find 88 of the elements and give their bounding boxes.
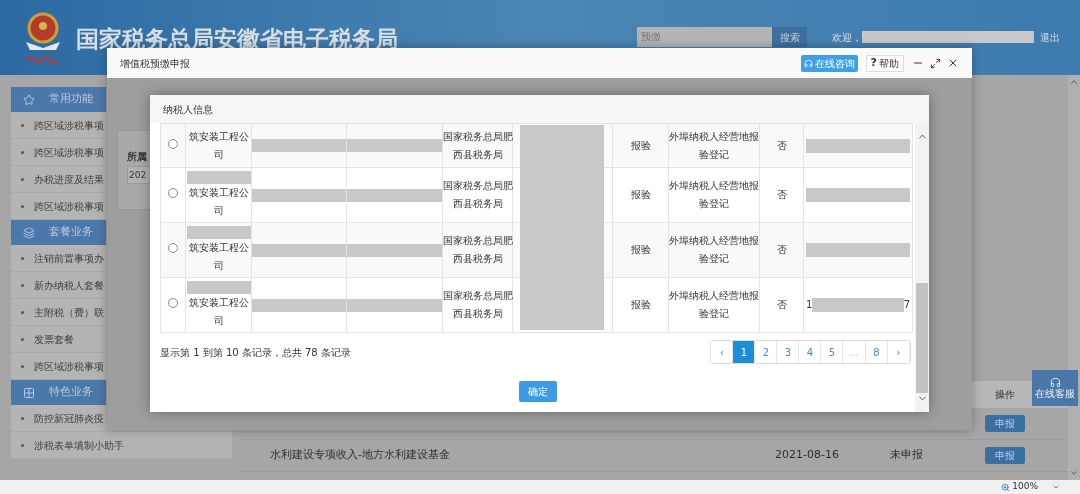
maximize-icon[interactable]: [930, 57, 941, 69]
zoom-icon: [1001, 482, 1011, 492]
table-cell: 否: [776, 139, 787, 151]
scroll-thumb[interactable]: [916, 283, 928, 393]
radio-button[interactable]: [168, 188, 178, 198]
table-cell-text: 筑安装工程公司: [187, 295, 250, 328]
bullet-icon: [21, 416, 24, 420]
table-cell-text: 外埠纳税人经营地报验登记: [669, 234, 759, 266]
online-consult-button[interactable]: 在线咨询: [800, 54, 858, 72]
bullet-icon: [21, 123, 24, 127]
table-cell: 报验: [630, 299, 651, 310]
layers-icon: [23, 226, 35, 239]
table-cell-text: 外埠纳税人经营地报验登记: [669, 179, 759, 211]
search-button[interactable]: 搜索: [772, 27, 807, 47]
grid-icon: [23, 386, 35, 399]
table-cell-text: 7: [903, 298, 910, 312]
sidebar-item-label: 主附税（费）联: [34, 305, 104, 320]
sidebar-item-label: 跨区域涉税事项: [34, 199, 104, 214]
table-cell-text: 国家税务总局肥西县税务局: [443, 289, 513, 321]
bullet-icon: [21, 364, 24, 368]
radio-button[interactable]: [168, 298, 178, 308]
table-cell: 报验: [630, 244, 651, 255]
sidebar-item-label: 防控新冠肺炎疫: [34, 411, 104, 426]
table-cell-text: 筑安装工程公司: [187, 240, 250, 273]
sidebar-item-label: 注销前置事项办: [34, 251, 104, 266]
welcome-text: 欢迎，: [832, 30, 862, 45]
page-link[interactable]: 1: [733, 341, 756, 363]
redaction-block: [186, 170, 251, 184]
sidebar-item-label: 跨区域涉税事项: [34, 359, 104, 374]
redaction-block: [186, 225, 251, 239]
period-field[interactable]: 202: [127, 166, 151, 184]
table-cell-text: 1: [806, 298, 813, 312]
sidebar-item-label: 新办纳税人套餐: [34, 278, 104, 293]
page-link[interactable]: ‹: [711, 341, 734, 363]
table-cell-text: 水利建设专项收入-地方水利建设基金: [270, 447, 451, 464]
bullet-icon: [21, 177, 24, 181]
bullet-icon: [21, 443, 24, 447]
dialog-title: 纳税人信息: [163, 102, 213, 117]
star-icon: [23, 93, 35, 106]
sidebar-item-label: 发票套餐: [34, 332, 74, 347]
redaction-block: [186, 280, 251, 294]
headset-icon: [803, 58, 813, 68]
headset-icon: [1049, 376, 1061, 388]
sidebar-item-label: 办税进度及结果: [34, 172, 104, 187]
table-cell: 报验: [630, 189, 651, 200]
table-cell-text: 国家税务总局肥西县税务局: [443, 129, 513, 162]
table-cell-text: 国家税务总局肥西县税务局: [443, 234, 513, 266]
sidebar-section-header[interactable]: 套餐业务: [11, 220, 106, 245]
declare-button[interactable]: 申报: [985, 415, 1025, 432]
sidebar-section-header[interactable]: 常用功能: [11, 87, 106, 112]
record-summary: 显示第 1 到第 10 条记录，总共 78 条记录: [160, 345, 351, 360]
table-cell-text: 未申报: [890, 447, 924, 464]
scroll-up-icon[interactable]: [1069, 77, 1079, 87]
bullet-icon: [21, 283, 24, 287]
dialog-title: 增值税预缴申报: [120, 56, 190, 71]
table-cell-text: 外埠纳税人经营地报验登记: [669, 129, 759, 162]
radio-button[interactable]: [168, 243, 178, 253]
bullet-icon: [21, 310, 24, 314]
confirm-button[interactable]: 确定: [518, 381, 557, 402]
table-cell: 否: [776, 189, 787, 200]
scroll-down-icon[interactable]: [1069, 468, 1079, 478]
form-label: 所属: [127, 150, 147, 164]
sidebar-item-label: 跨区域涉税事项: [34, 118, 104, 133]
sidebar-item-label: 跨区域涉税事项: [34, 145, 104, 160]
declare-button[interactable]: 申报: [985, 447, 1025, 464]
bullet-icon: [21, 204, 24, 208]
bullet-icon: [21, 256, 24, 260]
sidebar-item-label: 涉税表单填制小助手: [34, 438, 124, 453]
close-icon[interactable]: [947, 57, 959, 69]
sidebar-section-header[interactable]: 特色业务: [11, 380, 106, 405]
radio-button[interactable]: [168, 138, 178, 149]
help-button[interactable]: ? 帮助: [865, 54, 904, 72]
caret-icon[interactable]: [1052, 483, 1060, 491]
table-cell-text: 筑安装工程公司: [187, 185, 250, 218]
table-cell: 报验: [630, 139, 651, 151]
table-cell-text: 外埠纳税人经营地报验登记: [669, 289, 759, 321]
zoom-level: 100%: [1012, 480, 1038, 494]
table-cell: 否: [776, 299, 787, 310]
column-header: 操作: [994, 388, 1016, 402]
table-cell: 否: [776, 244, 787, 255]
table-cell-text: 国家税务总局肥西县税务局: [443, 179, 513, 211]
sidebar-item[interactable]: 涉税表单填制小助手: [11, 432, 232, 459]
logout-link[interactable]: 退出: [1040, 29, 1060, 45]
bullet-icon: [21, 337, 24, 341]
online-service-button[interactable]: 在线客服: [1032, 370, 1078, 406]
table-cell-text: 筑安装工程公司: [187, 129, 250, 162]
table-cell-text: 2021-08-16: [775, 447, 840, 464]
bullet-icon: [21, 150, 24, 154]
